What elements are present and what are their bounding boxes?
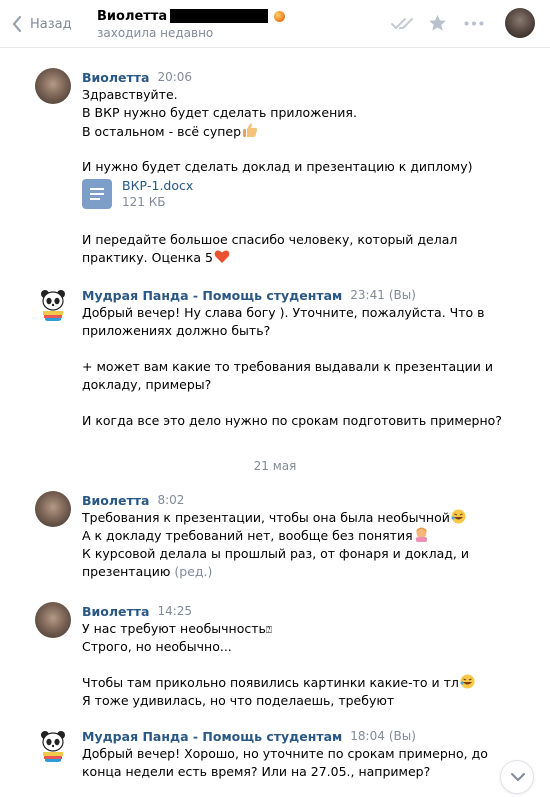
contact-info[interactable]: Виолетта заходила недавно	[97, 7, 286, 40]
redacted-surname	[170, 9, 269, 23]
document-attachment[interactable]: ВКР-1.docx 121 КБ	[82, 178, 193, 210]
chevron-down-icon	[511, 773, 525, 781]
message-text: У нас требуют необычность⍰	[82, 620, 272, 640]
contact-name: Виолетта	[97, 8, 168, 24]
message-text: практику. Оценка 5	[82, 249, 230, 267]
contact-last-seen: заходила недавно	[97, 26, 214, 40]
laughing-face-icon	[451, 509, 466, 524]
message-author[interactable]: Виолетта	[82, 493, 149, 508]
message-text-content: Требования к презентации, чтобы она была…	[82, 510, 450, 525]
star-icon[interactable]	[428, 14, 447, 32]
message-time[interactable]: 8:02	[157, 493, 184, 507]
panda-icon	[41, 290, 65, 321]
message-text: докладу, примеры?	[82, 377, 212, 392]
message-text: И передайте большое спасибо человеку, ко…	[82, 232, 458, 247]
avatar[interactable]	[35, 68, 71, 104]
avatar[interactable]	[35, 491, 71, 527]
message-author[interactable]: Мудрая Панда - Помощь студентам	[82, 288, 342, 303]
document-icon	[82, 179, 112, 209]
message-text: А к докладу требований нет, вообще без п…	[82, 527, 429, 545]
laughing-face-icon	[460, 674, 475, 689]
message-text-content: практику. Оценка 5	[82, 250, 213, 265]
message-time[interactable]: 20:06	[157, 70, 192, 84]
message-text: презентацию (ред.)	[82, 563, 212, 581]
message-text: + может вам какие то требования выдавали…	[82, 359, 493, 374]
message-time[interactable]: 18:04	[350, 729, 385, 743]
message-time[interactable]: 23:41	[350, 288, 385, 302]
message-text-content: В остальном - всё супер	[82, 124, 242, 139]
back-label: Назад	[30, 16, 72, 32]
back-button[interactable]: Назад	[12, 12, 72, 36]
thumbs-up-icon	[243, 123, 258, 137]
message-text: В ВКР нужно будет сделать приложения.	[82, 105, 357, 120]
message-text: В остальном - всё супер	[82, 122, 258, 141]
avatar[interactable]	[35, 602, 71, 638]
contact-avatar[interactable]	[505, 8, 535, 38]
more-dots-icon[interactable]	[464, 21, 484, 26]
date-separator: 21 мая	[253, 459, 297, 473]
message-text: Требования к презентации, чтобы она была…	[82, 509, 466, 527]
message-text: Добрый вечер! Хорошо, но уточните по сро…	[82, 746, 488, 761]
shrug-girl-icon	[415, 527, 427, 542]
message-text: И нужно будет сделать доклад и презентац…	[82, 159, 473, 174]
message-time[interactable]: 14:25	[157, 604, 192, 618]
avatar[interactable]	[35, 727, 71, 763]
message-text-content: У нас требуют необычность	[82, 621, 266, 636]
message-author[interactable]: Виолетта	[82, 70, 149, 85]
edited-marker[interactable]: (ред.)	[174, 564, 212, 579]
own-message-marker: (Вы)	[388, 288, 416, 302]
message-text: Я тоже удивилась, но что поделаешь, треб…	[82, 693, 395, 708]
message-text-content: Чтобы там прикольно появились картинки к…	[82, 675, 459, 690]
message-text: конца недели есть время? Или на 27.05., …	[82, 764, 431, 779]
message-author[interactable]: Виолетта	[82, 604, 149, 619]
message-text: Чтобы там прикольно появились картинки к…	[82, 674, 475, 692]
message-feed: Виолетта 20:06 Здравствуйте. В ВКР нужно…	[0, 48, 550, 797]
online-status-icon	[274, 10, 286, 22]
panda-icon	[41, 731, 65, 762]
message-text-content: А к докладу требований нет, вообще без п…	[82, 528, 413, 543]
document-name[interactable]: ВКР-1.docx	[122, 178, 193, 194]
avatar[interactable]	[35, 286, 71, 322]
message-author[interactable]: Мудрая Панда - Помощь студентам	[82, 729, 342, 744]
scroll-down-button[interactable]	[500, 760, 534, 794]
own-message-marker: (Вы)	[388, 729, 416, 743]
message-text-content: презентацию	[82, 564, 171, 579]
heart-icon	[214, 250, 230, 263]
chat-header: Назад Виолетта заходила недавно	[0, 0, 550, 48]
message-text: Строго, но необычно...	[82, 639, 232, 654]
message-text: К курсовой делала ы прошлый раз, от фона…	[82, 546, 469, 561]
message-text: Добрый вечер! Ну слава богу ). Уточните,…	[82, 305, 485, 320]
message-text: И когда все это дело нужно по срокам под…	[82, 413, 502, 428]
chevron-left-icon	[12, 16, 22, 32]
double-check-icon[interactable]	[391, 17, 417, 31]
message-text: приложениях должно быть?	[82, 323, 271, 338]
missing-glyph: ⍰	[265, 625, 272, 636]
message-text: Здравствуйте.	[82, 87, 178, 102]
document-size: 121 КБ	[122, 195, 166, 209]
